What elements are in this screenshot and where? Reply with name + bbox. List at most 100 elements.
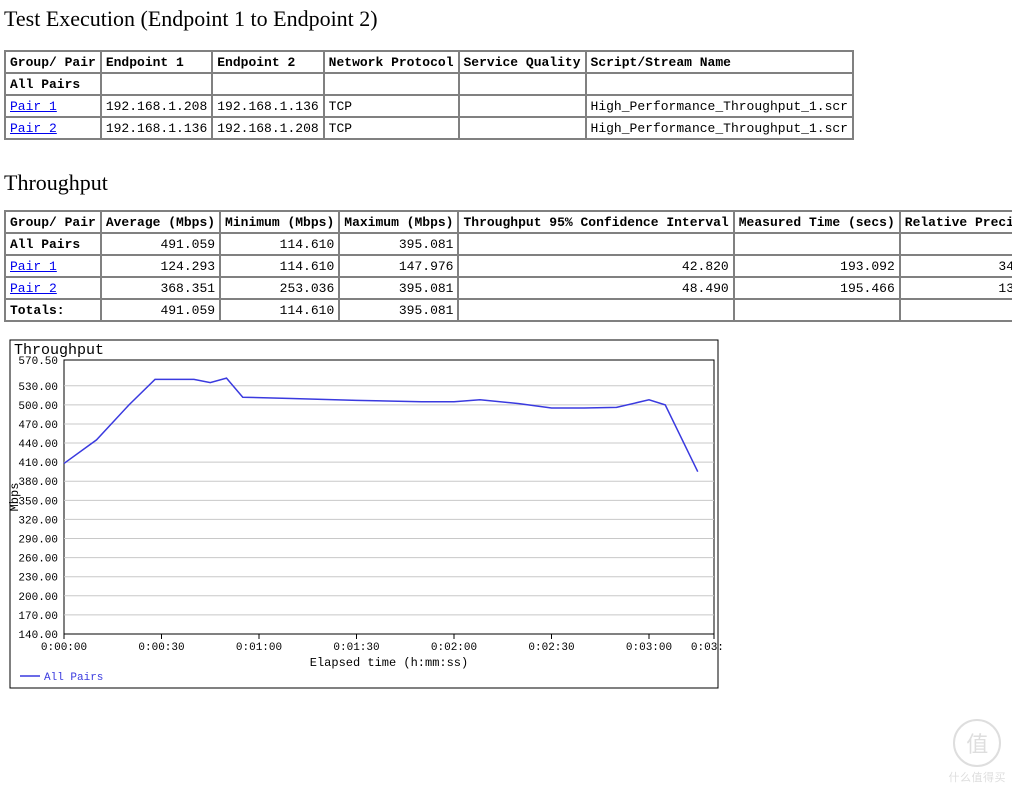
y-tick-label: 350.00 [18,496,58,508]
y-tick-label: 530.00 [18,382,58,394]
service-quality-cell [459,73,586,95]
throughput-chart: Throughput140.00170.00200.00230.00260.00… [4,334,1008,698]
script-cell [586,73,853,95]
ci-cell: 48.490 [458,277,733,299]
t2-header-5: Measured Time (secs) [734,211,900,233]
legend-label: All Pairs [44,672,103,684]
pair-cell: All Pairs [5,73,101,95]
table-row: Pair 2 192.168.1.136192.168.1.208TCP High_… [5,117,853,139]
pair-cell: Pair 2 [5,117,101,139]
x-tick-label: 0:01:00 [236,642,282,654]
min-cell: 253.036 [220,277,339,299]
y-tick-label: 260.00 [18,554,58,566]
ci-cell [458,233,733,255]
x-tick-label: 0:02:30 [528,642,574,654]
x-tick-label: 0:01:30 [333,642,379,654]
max-cell: 395.081 [339,233,458,255]
endpoint1-cell: 192.168.1.136 [101,117,212,139]
y-tick-label: 140.00 [18,630,58,642]
heading-throughput: Throughput [4,170,1008,196]
table-row: Pair 1192.168.1.208192.168.1.136TCPHigh_… [5,95,853,117]
protocol-cell: TCP [324,95,459,117]
avg-cell: 124.293 [101,255,220,277]
script-cell: High_Performance_Throughput_1.scr [586,95,853,117]
throughput-table: Group/ PairAverage (Mbps)Minimum (Mbps)M… [4,210,1012,322]
x-tick-label: 0:00:00 [41,642,87,654]
avg-cell: 368.351 [101,277,220,299]
table-row: All Pairs [5,73,853,95]
time-cell: 195.466 [734,277,900,299]
x-tick-label: 0:00:30 [138,642,184,654]
table-row: Pair 1 124.293114.610147.97642.820193.092… [5,255,1012,277]
min-cell: 114.610 [220,255,339,277]
endpoint1-cell [101,73,212,95]
heading-test-execution: Test Execution (Endpoint 1 to Endpoint 2… [4,6,1008,32]
endpoint2-cell: 192.168.1.208 [212,117,323,139]
max-cell: 395.081 [339,277,458,299]
pair-link[interactable]: Pair 1 [10,99,57,114]
service-quality-cell [459,95,586,117]
avg-cell: 491.059 [101,299,220,321]
y-tick-label: 470.00 [18,420,58,432]
x-axis-label: Elapsed time (h:mm:ss) [310,656,468,670]
t2-header-3: Maximum (Mbps) [339,211,458,233]
pair-cell: Totals: [5,299,101,321]
t2-header-6: Relative Precision [900,211,1012,233]
series-line [64,378,698,472]
watermark-logo: 值 [953,719,1001,767]
t2-header-0: Group/ Pair [5,211,101,233]
watermark-text: 什么值得买 [949,769,1007,785]
rp-cell [900,299,1012,321]
x-tick-label: 0:03:20 [691,642,724,654]
protocol-cell [324,73,459,95]
t2-header-2: Minimum (Mbps) [220,211,339,233]
table-row: Pair 2 368.351253.036395.08148.490195.466… [5,277,1012,299]
ci-cell: 42.820 [458,255,733,277]
rp-cell: 34.451 [900,255,1012,277]
pair-cell: All Pairs [5,233,101,255]
y-tick-label: 320.00 [18,515,58,527]
y-tick-label: 200.00 [18,592,58,604]
table-row: Totals:491.059114.610395.081 [5,299,1012,321]
t1-header-0: Group/ Pair [5,51,101,73]
pair-cell: Pair 1 [5,255,101,277]
y-tick-label: 290.00 [18,535,58,547]
max-cell: 147.976 [339,255,458,277]
y-axis-label: Mbps [8,483,22,512]
y-tick-label: 410.00 [18,458,58,470]
min-cell: 114.610 [220,299,339,321]
pair-link[interactable]: Pair 2 [10,121,57,136]
t1-header-3: Network Protocol [324,51,459,73]
t1-header-4: Service Quality [459,51,586,73]
min-cell: 114.610 [220,233,339,255]
x-tick-label: 0:03:00 [626,642,672,654]
y-tick-label: 570.50 [18,356,58,368]
watermark: 值 什么值得买 [949,719,1007,785]
time-cell: 193.092 [734,255,900,277]
y-tick-label: 170.00 [18,611,58,623]
t1-header-2: Endpoint 2 [212,51,323,73]
table-row: All Pairs491.059114.610395.081 [5,233,1012,255]
y-tick-label: 380.00 [18,477,58,489]
rp-cell [900,233,1012,255]
t1-header-1: Endpoint 1 [101,51,212,73]
max-cell: 395.081 [339,299,458,321]
endpoint2-cell: 192.168.1.136 [212,95,323,117]
service-quality-cell [459,117,586,139]
time-cell [734,233,900,255]
script-cell: High_Performance_Throughput_1.scr [586,117,853,139]
pair-link[interactable]: Pair 1 [10,259,57,274]
ci-cell [458,299,733,321]
pair-link[interactable]: Pair 2 [10,281,57,296]
y-tick-label: 230.00 [18,573,58,585]
time-cell [734,299,900,321]
avg-cell: 491.059 [101,233,220,255]
test-execution-table: Group/ PairEndpoint 1Endpoint 2Network P… [4,50,854,140]
chart-border [10,340,718,688]
protocol-cell: TCP [324,117,459,139]
t2-header-4: Throughput 95% Confidence Interval [458,211,733,233]
t2-header-1: Average (Mbps) [101,211,220,233]
endpoint2-cell [212,73,323,95]
rp-cell: 13.164 [900,277,1012,299]
pair-cell: Pair 2 [5,277,101,299]
